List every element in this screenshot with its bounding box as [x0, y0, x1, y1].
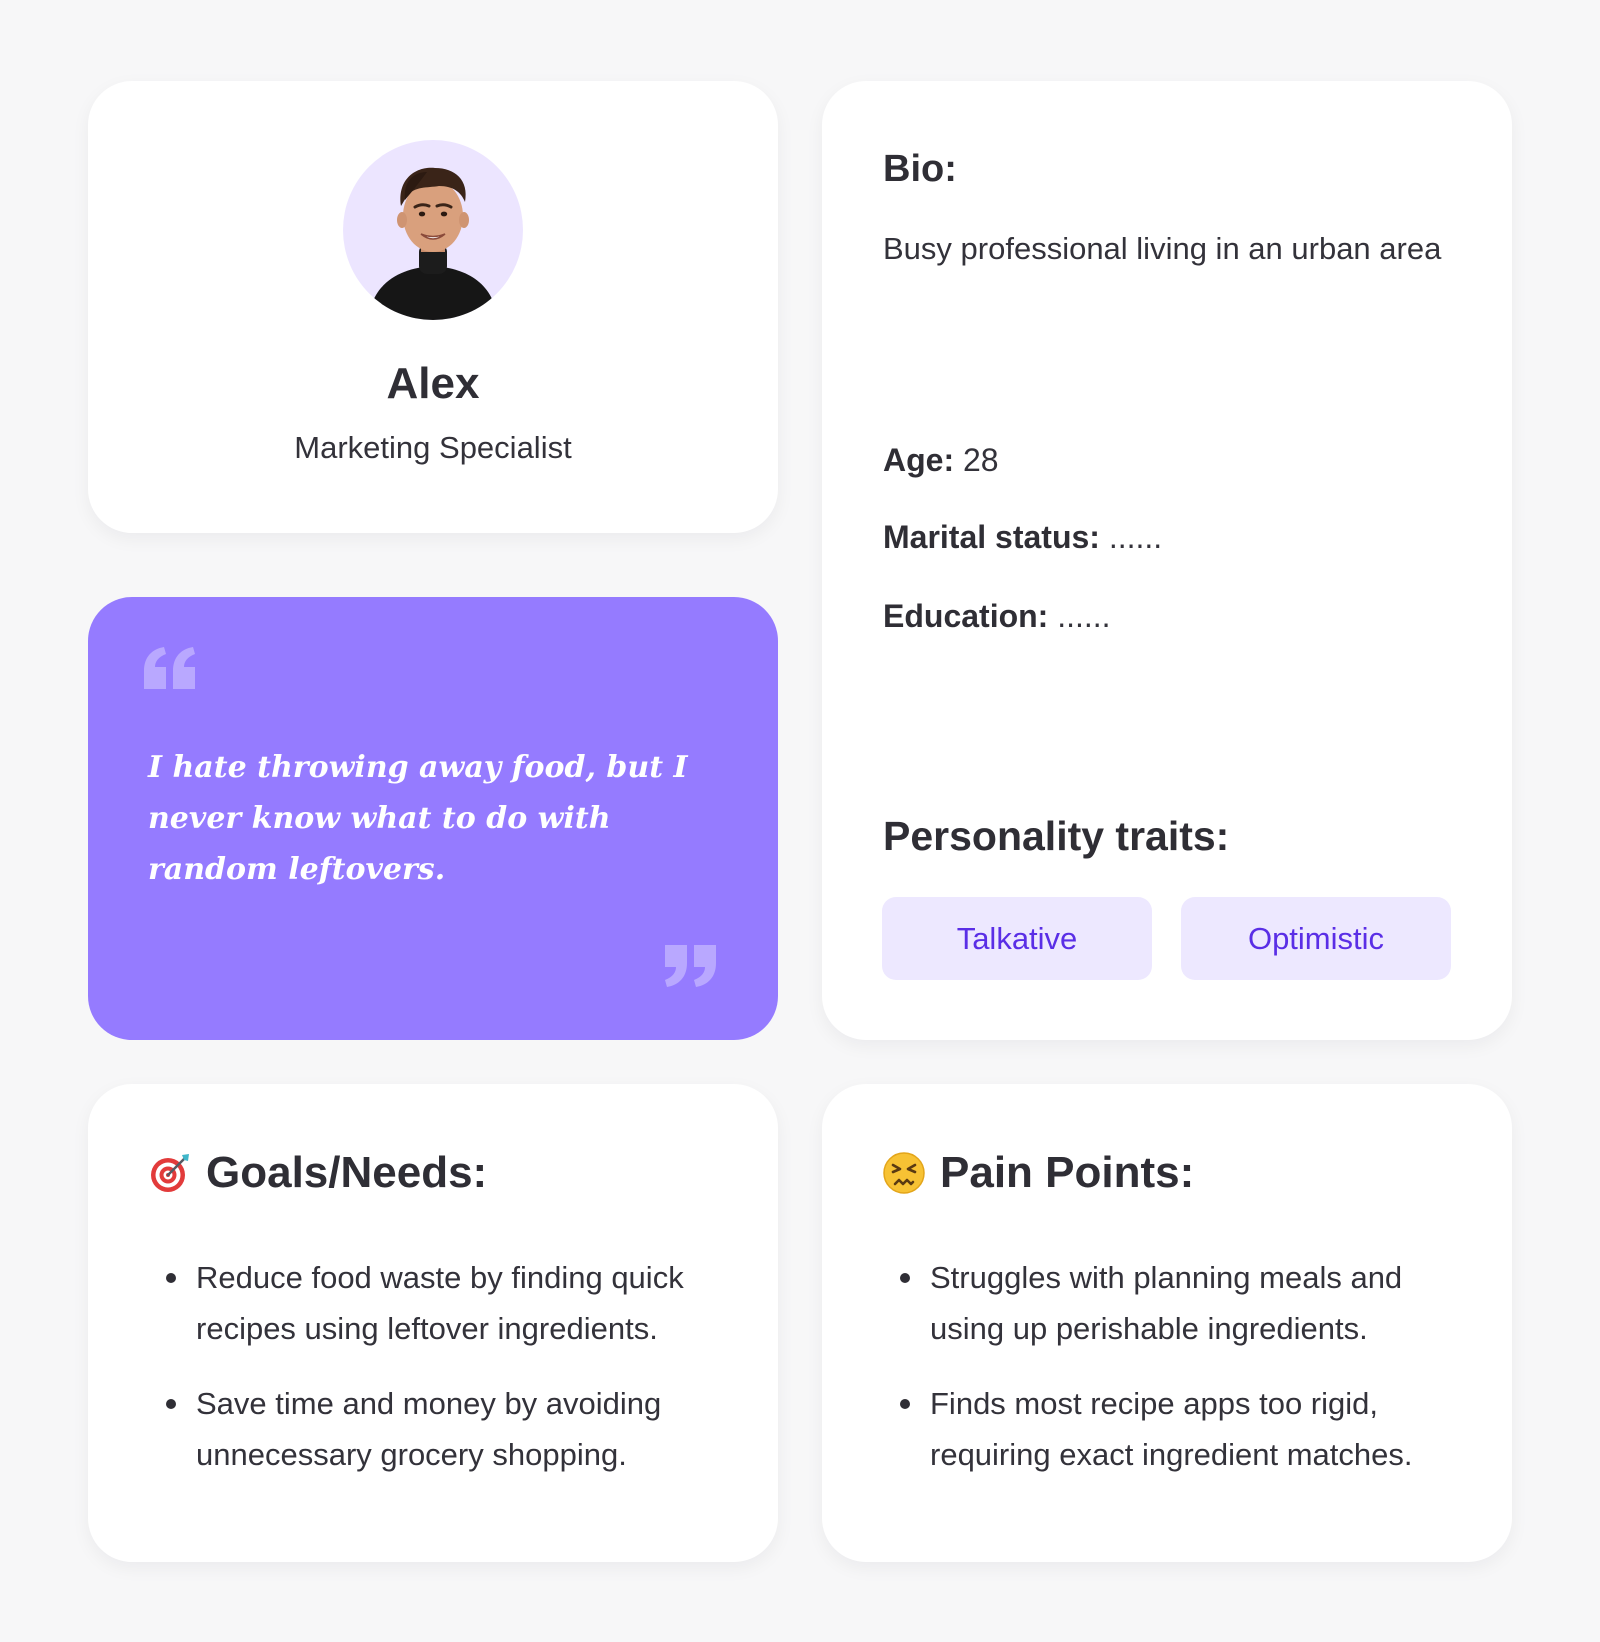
trait-tag-optimistic: Optimistic — [1181, 897, 1451, 980]
pain-points-heading: Pain Points: — [940, 1148, 1195, 1197]
bio-card: Bio: Busy professional living in an urba… — [822, 81, 1512, 1040]
marital-status-value: ...... — [1108, 519, 1163, 555]
personality-traits-heading: Personality traits: — [883, 813, 1230, 859]
pain-points-list: Struggles with planning meals and using … — [900, 1252, 1470, 1504]
list-item: Save time and money by avoiding unnecess… — [166, 1378, 736, 1480]
age-value: 28 — [963, 442, 999, 478]
marital-status-label: Marital status: — [883, 519, 1100, 555]
education-row: Education: ...... — [883, 598, 1111, 635]
persona-name: Alex — [386, 359, 480, 408]
education-label: Education: — [883, 598, 1049, 634]
target-dart-icon — [151, 1154, 189, 1192]
quote-card: I hate throwing away food, but I never k… — [88, 597, 778, 1040]
bio-heading: Bio: — [883, 148, 957, 190]
goals-header: Goals/Needs: — [148, 1148, 487, 1198]
confounded-face-icon — [883, 1152, 925, 1194]
person-avatar-icon — [368, 167, 498, 320]
marital-status-row: Marital status: ...... — [883, 519, 1162, 556]
list-item: Struggles with planning meals and using … — [900, 1252, 1470, 1354]
goals-list: Reduce food waste by finding quick recip… — [166, 1252, 736, 1504]
profile-card: Alex Marketing Specialist — [88, 81, 778, 533]
avatar — [343, 140, 523, 320]
goals-card: Goals/Needs: Reduce food waste by findin… — [88, 1084, 778, 1562]
list-item: Reduce food waste by finding quick recip… — [166, 1252, 736, 1354]
education-value: ...... — [1057, 598, 1111, 634]
list-item: Finds most recipe apps too rigid, requir… — [900, 1378, 1470, 1480]
close-quote-icon — [665, 945, 716, 987]
persona-role: Marketing Specialist — [294, 430, 572, 465]
age-label: Age: — [883, 442, 955, 478]
age-row: Age: 28 — [883, 442, 999, 479]
goals-heading: Goals/Needs: — [206, 1148, 488, 1197]
quote-text: I hate throwing away food, but I never k… — [148, 750, 688, 887]
open-quote-icon — [144, 647, 195, 689]
pain-points-header: Pain Points: — [882, 1148, 1194, 1198]
bio-text: Busy professional living in an urban are… — [883, 231, 1442, 266]
pain-points-card: Pain Points: Struggles with planning mea… — [822, 1084, 1512, 1562]
trait-tag-talkative: Talkative — [882, 897, 1152, 980]
